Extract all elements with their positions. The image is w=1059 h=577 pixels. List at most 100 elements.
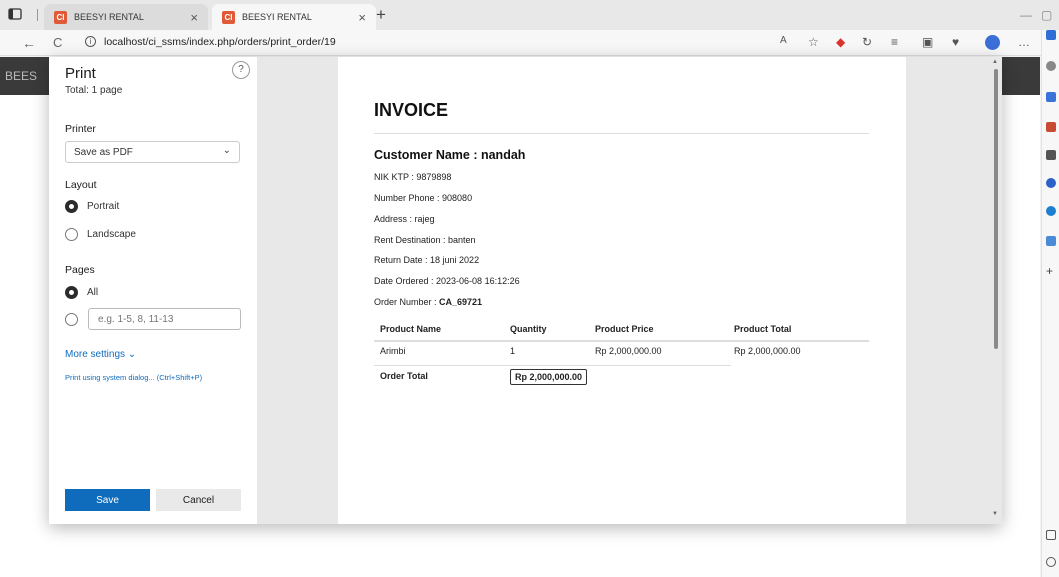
pages-custom-radio[interactable]: [65, 313, 78, 326]
cancel-button[interactable]: Cancel: [156, 489, 241, 511]
tab-beesyi-rental-2[interactable]: CI BEESYI RENTAL ×: [212, 4, 376, 30]
pages-all-radio[interactable]: [65, 286, 78, 299]
cell-product-total: Rp 2,000,000.00: [734, 346, 801, 356]
collections-icon[interactable]: ▣: [922, 35, 933, 49]
order-number-value: CA_69721: [439, 297, 483, 307]
tab-actions-icon[interactable]: [8, 7, 24, 23]
table-header-row: Product Name Quantity Product Price Prod…: [374, 317, 869, 340]
order-total-value: Rp 2,000,000.00: [510, 369, 588, 385]
outlook-icon[interactable]: [1046, 206, 1056, 216]
games-icon[interactable]: [1046, 178, 1056, 188]
print-settings-panel: Print Total: 1 page ? Printer Save as PD…: [49, 57, 257, 524]
drop-icon[interactable]: [1046, 236, 1056, 246]
search-icon[interactable]: [1046, 61, 1056, 71]
order-total-label: Order Total: [380, 371, 428, 381]
maximize-icon[interactable]: ▢: [1041, 8, 1052, 22]
printer-value: Save as PDF: [74, 147, 133, 158]
settings-gear-icon[interactable]: [1046, 557, 1056, 567]
add-sidebar-icon[interactable]: +: [1046, 264, 1056, 278]
read-aloud-icon[interactable]: A: [780, 35, 787, 46]
close-tab-icon[interactable]: ×: [190, 10, 198, 25]
date-ordered: Date Ordered : 2023-06-08 16:12:26: [374, 276, 520, 286]
pages-all-label: All: [87, 287, 99, 298]
scroll-up-icon[interactable]: ▲: [992, 59, 998, 65]
codeigniter-favicon-icon: CI: [54, 10, 67, 24]
minimize-icon[interactable]: —: [1020, 8, 1032, 22]
copilot-icon[interactable]: [1046, 92, 1056, 102]
codeigniter-favicon-icon: CI: [222, 10, 235, 24]
phone-number: Number Phone : 908080: [374, 193, 473, 203]
address: Address : rajeg: [374, 214, 435, 224]
more-menu-icon[interactable]: …: [1018, 35, 1030, 49]
tab-divider: [37, 9, 38, 21]
title-divider: [374, 133, 869, 134]
page-count: Total: 1 page: [65, 85, 123, 96]
edge-sidebar: +: [1041, 30, 1059, 577]
landscape-radio[interactable]: [65, 228, 78, 241]
layout-label: Layout: [65, 179, 97, 191]
save-button[interactable]: Save: [65, 489, 150, 511]
header-product-price: Product Price: [595, 324, 654, 334]
favorite-star-icon[interactable]: ☆: [808, 35, 819, 49]
customer-name: Customer Name : nandah: [374, 148, 526, 162]
help-icon[interactable]: ?: [232, 61, 250, 79]
cell-product-name: Arimbi: [380, 346, 406, 356]
printer-select[interactable]: Save as PDF ⌄: [65, 141, 240, 163]
scroll-thumb[interactable]: [994, 69, 998, 349]
layout-landscape-option[interactable]: Landscape: [65, 228, 136, 241]
chevron-down-icon: ⌄: [222, 145, 231, 156]
tab-beesyi-rental-1[interactable]: CI BEESYI RENTAL ×: [44, 4, 208, 30]
portrait-label: Portrait: [87, 201, 120, 212]
back-icon[interactable]: ←: [22, 35, 36, 51]
tab-title: BEESYI RENTAL: [242, 12, 312, 22]
cell-quantity: 1: [510, 346, 516, 356]
portrait-radio[interactable]: [65, 200, 78, 213]
cell-product-price: Rp 2,000,000.00: [595, 346, 662, 356]
printer-label: Printer: [65, 123, 96, 135]
shopping-icon[interactable]: [1046, 122, 1056, 132]
refresh-extension-icon[interactable]: ↻: [862, 35, 872, 49]
table-row: Arimbi 1 Rp 2,000,000.00 Rp 2,000,000.00: [374, 340, 869, 363]
extension-icon[interactable]: ◆: [836, 35, 845, 49]
pages-all-option[interactable]: All: [65, 286, 98, 299]
tab-bar: CI BEESYI RENTAL × CI BEESYI RENTAL × + …: [0, 0, 1059, 30]
site-brand[interactable]: BEES: [5, 69, 37, 83]
system-dialog-link[interactable]: Print using system dialog... (Ctrl+Shift…: [65, 373, 202, 382]
header-product-total: Product Total: [734, 324, 792, 334]
new-tab-button[interactable]: +: [376, 5, 386, 25]
invoice-title: INVOICE: [374, 100, 449, 120]
sidebar-app-icon[interactable]: [1046, 30, 1056, 40]
rent-destination: Rent Destination : banten: [374, 235, 476, 245]
print-dialog: Print Total: 1 page ? Printer Save as PD…: [49, 57, 1002, 524]
reload-icon[interactable]: C: [53, 35, 62, 50]
nik-ktp: NIK KTP : 9879898: [374, 172, 452, 182]
order-number: Order Number : CA_69721: [374, 297, 482, 307]
tools-icon[interactable]: [1046, 150, 1056, 160]
pages-custom-option[interactable]: [65, 313, 87, 326]
order-total-row: Order Total: [374, 363, 869, 386]
profile-avatar-icon[interactable]: [985, 35, 1000, 50]
pages-label: Pages: [65, 264, 95, 276]
close-tab-icon[interactable]: ×: [358, 10, 366, 25]
address-bar: ← C i localhost/ci_ssms/index.php/orders…: [0, 30, 1059, 56]
order-table: Product Name Quantity Product Price Prod…: [374, 317, 869, 386]
print-preview: INVOICE Customer Name : nandah NIK KTP :…: [257, 57, 1002, 524]
dialog-title: Print: [65, 65, 96, 82]
more-settings-link[interactable]: More settings ⌄: [65, 349, 136, 360]
landscape-label: Landscape: [87, 229, 136, 240]
preview-scrollbar[interactable]: ▲ ▼: [991, 59, 1000, 521]
scroll-down-icon[interactable]: ▼: [992, 511, 998, 517]
url-field[interactable]: localhost/ci_ssms/index.php/orders/print…: [104, 36, 336, 48]
performance-icon[interactable]: ♥: [952, 35, 959, 49]
invoice-page: INVOICE Customer Name : nandah NIK KTP :…: [338, 57, 906, 524]
pages-range-input[interactable]: [88, 308, 241, 330]
sidebar-toggle-icon[interactable]: [1046, 530, 1056, 540]
header-quantity: Quantity: [510, 324, 547, 334]
site-info-icon[interactable]: i: [85, 36, 96, 47]
order-number-label: Order Number :: [374, 297, 440, 307]
layout-portrait-option[interactable]: Portrait: [65, 200, 119, 213]
return-date: Return Date : 18 juni 2022: [374, 255, 480, 265]
favorites-list-icon[interactable]: ≡: [891, 35, 898, 49]
header-product-name: Product Name: [380, 324, 442, 334]
tab-title: BEESYI RENTAL: [74, 12, 144, 22]
